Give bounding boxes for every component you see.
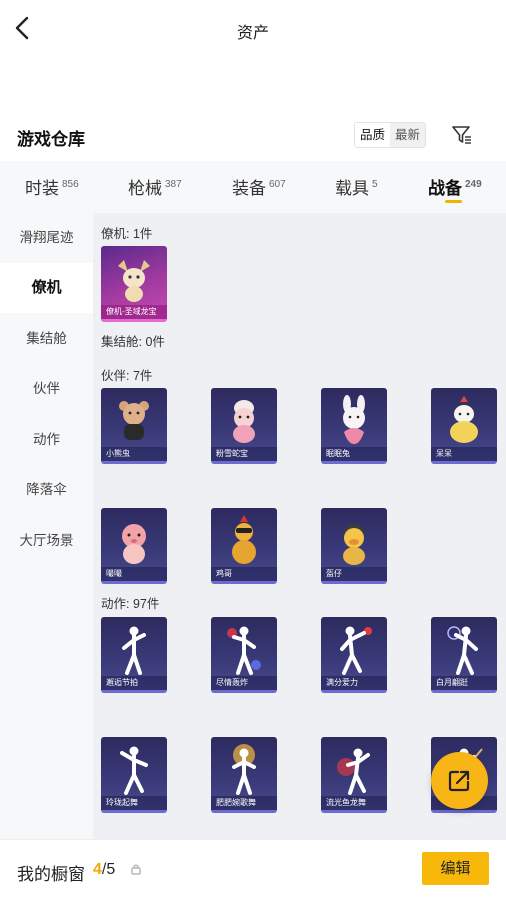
page-title: 资产 (236, 25, 269, 42)
tab-label: 战备 (428, 179, 462, 198)
item-name: 盔仔 (321, 567, 387, 581)
section-header: 游戏仓库 品质 最新 (0, 118, 506, 154)
tab-label: 枪械 (128, 179, 162, 198)
item-name: 嘬嘬 (101, 567, 167, 581)
pink-creature-figure-icon (122, 524, 146, 564)
item-name: 呆呆 (431, 447, 497, 461)
dancer-figure-icon (232, 744, 256, 795)
rooster-figure-icon (232, 515, 256, 564)
sidebar-item-lobby-scene[interactable]: 大厅场景 (0, 516, 93, 566)
item-card[interactable]: 肥肥婉歌舞 (211, 737, 277, 813)
sort-quality-button[interactable]: 品质 (355, 123, 391, 147)
dancer-figure-icon (447, 626, 478, 675)
showcase-total: 5 (106, 861, 116, 878)
sidebar-item-glide-trail[interactable]: 滑翔尾迹 (0, 213, 93, 263)
item-card[interactable]: 鸡哥 (211, 508, 277, 584)
item-card[interactable]: 玲珑起舞 (101, 737, 167, 813)
item-name: 满分爱力 (321, 676, 387, 690)
dancer-figure-icon (340, 626, 372, 675)
item-card[interactable]: 流光鱼龙舞 (321, 737, 387, 813)
sort-toggle: 品质 最新 (354, 122, 427, 148)
sidebar-item-partner[interactable]: 伙伴 (0, 364, 93, 414)
item-grid: 僚机: 1件 僚机-圣域龙宝 集结舱: 0件 伙伴: 7件 小熊虫 粉雪蛇宝 眠… (93, 213, 506, 839)
item-card[interactable]: 粉雪蛇宝 (211, 388, 277, 464)
dancer-figure-icon (337, 748, 370, 795)
item-name: 鸡哥 (211, 567, 277, 581)
item-card[interactable]: 满分爱力 (321, 617, 387, 693)
dancer-figure-icon (120, 746, 148, 795)
tab-vehicles[interactable]: 载具 5 (335, 174, 378, 199)
top-bar: 资产 (0, 0, 506, 60)
item-card[interactable]: 小熊虫 (101, 388, 167, 464)
tab-label: 装备 (232, 179, 266, 198)
sort-newest-button[interactable]: 最新 (390, 123, 426, 147)
item-card[interactable]: 嘬嘬 (101, 508, 167, 584)
item-name: 邂逅节拍 (101, 676, 167, 690)
tab-equipment[interactable]: 装备 607 (232, 174, 286, 199)
lock-icon (131, 862, 141, 875)
rabbit-figure-icon (343, 395, 365, 444)
item-name: 玲珑起舞 (101, 796, 167, 810)
item-name: 尽情轰炸 (211, 676, 277, 690)
filter-icon (452, 126, 471, 144)
edit-button[interactable]: 编辑 (422, 852, 489, 885)
item-name: 白月翩跹 (431, 676, 497, 690)
item-card[interactable]: 盔仔 (321, 508, 387, 584)
active-tab-indicator (445, 200, 462, 203)
item-name: 小熊虫 (101, 447, 167, 461)
section-title: 游戏仓库 (17, 130, 85, 149)
showcase-label: 我的橱窗 (17, 865, 85, 884)
group-label-capsule: 集结舱: 0件 (101, 335, 165, 349)
item-card[interactable]: 眠眠兔 (321, 388, 387, 464)
tab-guns[interactable]: 枪械 387 (128, 174, 182, 199)
item-name: 肥肥婉歌舞 (211, 796, 277, 810)
item-name: 粉雪蛇宝 (211, 447, 277, 461)
sidebar-item-wingman[interactable]: 僚机 (0, 263, 93, 313)
showcase-current: 4 (93, 861, 102, 878)
group-label-emote: 动作: 97件 (101, 597, 160, 611)
group-label-wingman: 僚机: 1件 (101, 227, 153, 241)
chick-figure-icon (450, 396, 478, 443)
tab-count: 607 (269, 179, 286, 190)
tab-fashion[interactable]: 时装 856 (25, 174, 79, 199)
snake-figure-icon (233, 400, 255, 443)
item-card[interactable]: 白月翩跹 (431, 617, 497, 693)
tab-count: 249 (465, 179, 482, 190)
tab-label: 载具 (335, 179, 369, 198)
tab-count: 5 (372, 179, 378, 190)
tab-count: 856 (62, 179, 79, 190)
bear-figure-icon (119, 401, 149, 440)
sidebar-item-emote[interactable]: 动作 (0, 415, 93, 465)
item-card[interactable]: 邂逅节拍 (101, 617, 167, 693)
tab-count: 387 (165, 179, 182, 190)
dancer-figure-icon (227, 626, 261, 675)
group-label-partner: 伙伴: 7件 (101, 369, 153, 383)
item-name: 流光鱼龙舞 (321, 796, 387, 810)
filter-button[interactable] (450, 123, 474, 147)
category-tabs: 时装 856 枪械 387 装备 607 载具 5 战备 249 (0, 161, 506, 213)
sidebar-item-capsule[interactable]: 集结舱 (0, 314, 93, 364)
item-name: 眠眠兔 (321, 447, 387, 461)
item-card[interactable]: 尽情轰炸 (211, 617, 277, 693)
tab-label: 时装 (25, 179, 59, 198)
helmet-duck-figure-icon (342, 524, 366, 565)
item-card[interactable]: 僚机-圣域龙宝 (101, 246, 167, 322)
tab-combat-gear[interactable]: 战备 249 (428, 174, 482, 199)
showcase-count: 4/5 (93, 861, 115, 879)
showcase-bar: 我的橱窗 4/5 编辑 (0, 839, 506, 897)
dancer-figure-icon (122, 626, 146, 675)
sidebar-item-parachute[interactable]: 降落伞 (0, 465, 93, 515)
dragon-figure-icon (118, 260, 150, 302)
share-button[interactable] (431, 752, 488, 809)
share-external-icon (448, 770, 470, 792)
item-card[interactable]: 呆呆 (431, 388, 497, 464)
item-name: 僚机-圣域龙宝 (101, 305, 167, 319)
sidebar: 滑翔尾迹 僚机 集结舱 伙伴 动作 降落伞 大厅场景 (0, 213, 93, 839)
